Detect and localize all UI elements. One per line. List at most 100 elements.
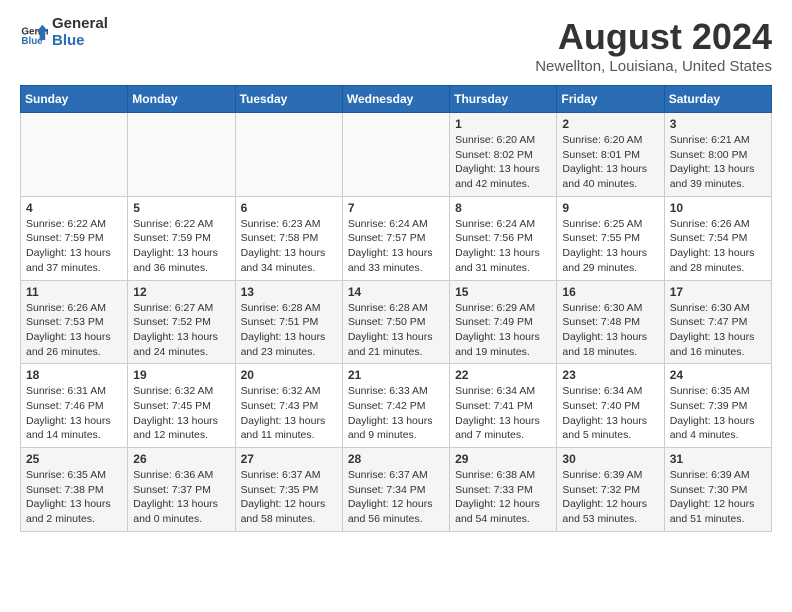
calendar-header-sunday: Sunday bbox=[21, 86, 128, 113]
day-number: 2 bbox=[562, 117, 658, 131]
day-number: 30 bbox=[562, 452, 658, 466]
day-number: 22 bbox=[455, 368, 551, 382]
day-number: 29 bbox=[455, 452, 551, 466]
calendar-cell: 10 Sunrise: 6:26 AM Sunset: 7:54 PM Dayli… bbox=[664, 196, 771, 280]
day-info: Sunrise: 6:35 AM Sunset: 7:39 PM Dayligh… bbox=[670, 384, 766, 443]
day-info: Sunrise: 6:39 AM Sunset: 7:30 PM Dayligh… bbox=[670, 468, 766, 527]
day-number: 31 bbox=[670, 452, 766, 466]
day-number: 18 bbox=[26, 368, 122, 382]
day-info: Sunrise: 6:35 AM Sunset: 7:38 PM Dayligh… bbox=[26, 468, 122, 527]
day-number: 15 bbox=[455, 285, 551, 299]
calendar-cell: 30 Sunrise: 6:39 AM Sunset: 7:32 PM Dayli… bbox=[557, 448, 664, 532]
calendar-cell bbox=[342, 113, 449, 197]
day-number: 1 bbox=[455, 117, 551, 131]
logo-text-general: General bbox=[52, 16, 108, 33]
day-info: Sunrise: 6:34 AM Sunset: 7:40 PM Dayligh… bbox=[562, 384, 658, 443]
day-info: Sunrise: 6:30 AM Sunset: 7:47 PM Dayligh… bbox=[670, 301, 766, 360]
day-number: 21 bbox=[348, 368, 444, 382]
day-info: Sunrise: 6:39 AM Sunset: 7:32 PM Dayligh… bbox=[562, 468, 658, 527]
day-number: 3 bbox=[670, 117, 766, 131]
calendar-header-monday: Monday bbox=[128, 86, 235, 113]
day-info: Sunrise: 6:37 AM Sunset: 7:34 PM Dayligh… bbox=[348, 468, 444, 527]
day-info: Sunrise: 6:38 AM Sunset: 7:33 PM Dayligh… bbox=[455, 468, 551, 527]
calendar-cell: 18 Sunrise: 6:31 AM Sunset: 7:46 PM Dayli… bbox=[21, 364, 128, 448]
day-info: Sunrise: 6:24 AM Sunset: 7:57 PM Dayligh… bbox=[348, 217, 444, 276]
calendar-header-tuesday: Tuesday bbox=[235, 86, 342, 113]
day-info: Sunrise: 6:34 AM Sunset: 7:41 PM Dayligh… bbox=[455, 384, 551, 443]
day-number: 8 bbox=[455, 201, 551, 215]
calendar-cell: 16 Sunrise: 6:30 AM Sunset: 7:48 PM Dayli… bbox=[557, 280, 664, 364]
day-number: 19 bbox=[133, 368, 229, 382]
calendar-cell: 9 Sunrise: 6:25 AM Sunset: 7:55 PM Daylig… bbox=[557, 196, 664, 280]
day-number: 28 bbox=[348, 452, 444, 466]
calendar-header-saturday: Saturday bbox=[664, 86, 771, 113]
calendar-week-2: 4Sunrise: 6:22 AM Sunset: 7:59 PM Daylig… bbox=[21, 196, 772, 280]
day-info: Sunrise: 6:26 AM Sunset: 7:54 PM Dayligh… bbox=[670, 217, 766, 276]
day-number: 10 bbox=[670, 201, 766, 215]
calendar-cell: 6 Sunrise: 6:23 AM Sunset: 7:58 PM Daylig… bbox=[235, 196, 342, 280]
page-subtitle: Newellton, Louisiana, United States bbox=[535, 58, 772, 75]
day-info: Sunrise: 6:36 AM Sunset: 7:37 PM Dayligh… bbox=[133, 468, 229, 527]
day-info: Sunrise: 6:20 AM Sunset: 8:02 PM Dayligh… bbox=[455, 133, 551, 192]
day-number: 20 bbox=[241, 368, 337, 382]
calendar-cell: 2 Sunrise: 6:20 AM Sunset: 8:01 PM Daylig… bbox=[557, 113, 664, 197]
day-number: 14 bbox=[348, 285, 444, 299]
calendar-cell: 24Sunrise: 6:35 AM Sunset: 7:39 PM Dayli… bbox=[664, 364, 771, 448]
day-info: Sunrise: 6:30 AM Sunset: 7:48 PM Dayligh… bbox=[562, 301, 658, 360]
calendar-cell: 3 Sunrise: 6:21 AM Sunset: 8:00 PM Daylig… bbox=[664, 113, 771, 197]
calendar-week-5: 25Sunrise: 6:35 AM Sunset: 7:38 PM Dayli… bbox=[21, 448, 772, 532]
day-number: 11 bbox=[26, 285, 122, 299]
calendar-cell: 21Sunrise: 6:33 AM Sunset: 7:42 PM Dayli… bbox=[342, 364, 449, 448]
day-info: Sunrise: 6:31 AM Sunset: 7:46 PM Dayligh… bbox=[26, 384, 122, 443]
day-number: 27 bbox=[241, 452, 337, 466]
calendar-cell bbox=[128, 113, 235, 197]
day-number: 23 bbox=[562, 368, 658, 382]
day-number: 12 bbox=[133, 285, 229, 299]
calendar-cell: 4Sunrise: 6:22 AM Sunset: 7:59 PM Daylig… bbox=[21, 196, 128, 280]
logo-text-blue: Blue bbox=[52, 33, 108, 50]
day-info: Sunrise: 6:37 AM Sunset: 7:35 PM Dayligh… bbox=[241, 468, 337, 527]
calendar-cell: 29 Sunrise: 6:38 AM Sunset: 7:33 PM Dayli… bbox=[450, 448, 557, 532]
day-info: Sunrise: 6:24 AM Sunset: 7:56 PM Dayligh… bbox=[455, 217, 551, 276]
day-info: Sunrise: 6:22 AM Sunset: 7:59 PM Dayligh… bbox=[26, 217, 122, 276]
calendar-cell: 23 Sunrise: 6:34 AM Sunset: 7:40 PM Dayli… bbox=[557, 364, 664, 448]
calendar-cell: 19 Sunrise: 6:32 AM Sunset: 7:45 PM Dayli… bbox=[128, 364, 235, 448]
day-info: Sunrise: 6:28 AM Sunset: 7:50 PM Dayligh… bbox=[348, 301, 444, 360]
day-info: Sunrise: 6:26 AM Sunset: 7:53 PM Dayligh… bbox=[26, 301, 122, 360]
day-number: 7 bbox=[348, 201, 444, 215]
calendar-cell: 20Sunrise: 6:32 AM Sunset: 7:43 PM Dayli… bbox=[235, 364, 342, 448]
header: General Blue General Blue August 2024 Ne… bbox=[20, 16, 772, 75]
day-number: 5 bbox=[133, 201, 229, 215]
calendar-week-1: 1 Sunrise: 6:20 AM Sunset: 8:02 PM Daylig… bbox=[21, 113, 772, 197]
calendar-cell: 25Sunrise: 6:35 AM Sunset: 7:38 PM Dayli… bbox=[21, 448, 128, 532]
calendar-cell: 13Sunrise: 6:28 AM Sunset: 7:51 PM Dayli… bbox=[235, 280, 342, 364]
calendar-cell: 15Sunrise: 6:29 AM Sunset: 7:49 PM Dayli… bbox=[450, 280, 557, 364]
day-info: Sunrise: 6:32 AM Sunset: 7:45 PM Dayligh… bbox=[133, 384, 229, 443]
day-info: Sunrise: 6:23 AM Sunset: 7:58 PM Dayligh… bbox=[241, 217, 337, 276]
calendar-cell: 7 Sunrise: 6:24 AM Sunset: 7:57 PM Daylig… bbox=[342, 196, 449, 280]
calendar-cell: 1 Sunrise: 6:20 AM Sunset: 8:02 PM Daylig… bbox=[450, 113, 557, 197]
calendar-cell: 31 Sunrise: 6:39 AM Sunset: 7:30 PM Dayli… bbox=[664, 448, 771, 532]
day-info: Sunrise: 6:21 AM Sunset: 8:00 PM Dayligh… bbox=[670, 133, 766, 192]
day-number: 26 bbox=[133, 452, 229, 466]
calendar-table: SundayMondayTuesdayWednesdayThursdayFrid… bbox=[20, 85, 772, 532]
calendar-cell: 5 Sunrise: 6:22 AM Sunset: 7:59 PM Daylig… bbox=[128, 196, 235, 280]
calendar-week-4: 18 Sunrise: 6:31 AM Sunset: 7:46 PM Dayli… bbox=[21, 364, 772, 448]
day-info: Sunrise: 6:27 AM Sunset: 7:52 PM Dayligh… bbox=[133, 301, 229, 360]
day-info: Sunrise: 6:25 AM Sunset: 7:55 PM Dayligh… bbox=[562, 217, 658, 276]
calendar-week-3: 11 Sunrise: 6:26 AM Sunset: 7:53 PM Dayli… bbox=[21, 280, 772, 364]
logo-icon: General Blue bbox=[20, 19, 48, 47]
calendar-cell: 12 Sunrise: 6:27 AM Sunset: 7:52 PM Dayli… bbox=[128, 280, 235, 364]
calendar-cell: 28 Sunrise: 6:37 AM Sunset: 7:34 PM Dayli… bbox=[342, 448, 449, 532]
day-number: 16 bbox=[562, 285, 658, 299]
calendar-cell: 17Sunrise: 6:30 AM Sunset: 7:47 PM Dayli… bbox=[664, 280, 771, 364]
day-info: Sunrise: 6:20 AM Sunset: 8:01 PM Dayligh… bbox=[562, 133, 658, 192]
calendar-cell: 8 Sunrise: 6:24 AM Sunset: 7:56 PM Daylig… bbox=[450, 196, 557, 280]
calendar-header-row: SundayMondayTuesdayWednesdayThursdayFrid… bbox=[21, 86, 772, 113]
day-number: 9 bbox=[562, 201, 658, 215]
day-number: 6 bbox=[241, 201, 337, 215]
calendar-cell: 22 Sunrise: 6:34 AM Sunset: 7:41 PM Dayli… bbox=[450, 364, 557, 448]
calendar-cell bbox=[235, 113, 342, 197]
page-title: August 2024 bbox=[535, 16, 772, 58]
day-info: Sunrise: 6:22 AM Sunset: 7:59 PM Dayligh… bbox=[133, 217, 229, 276]
